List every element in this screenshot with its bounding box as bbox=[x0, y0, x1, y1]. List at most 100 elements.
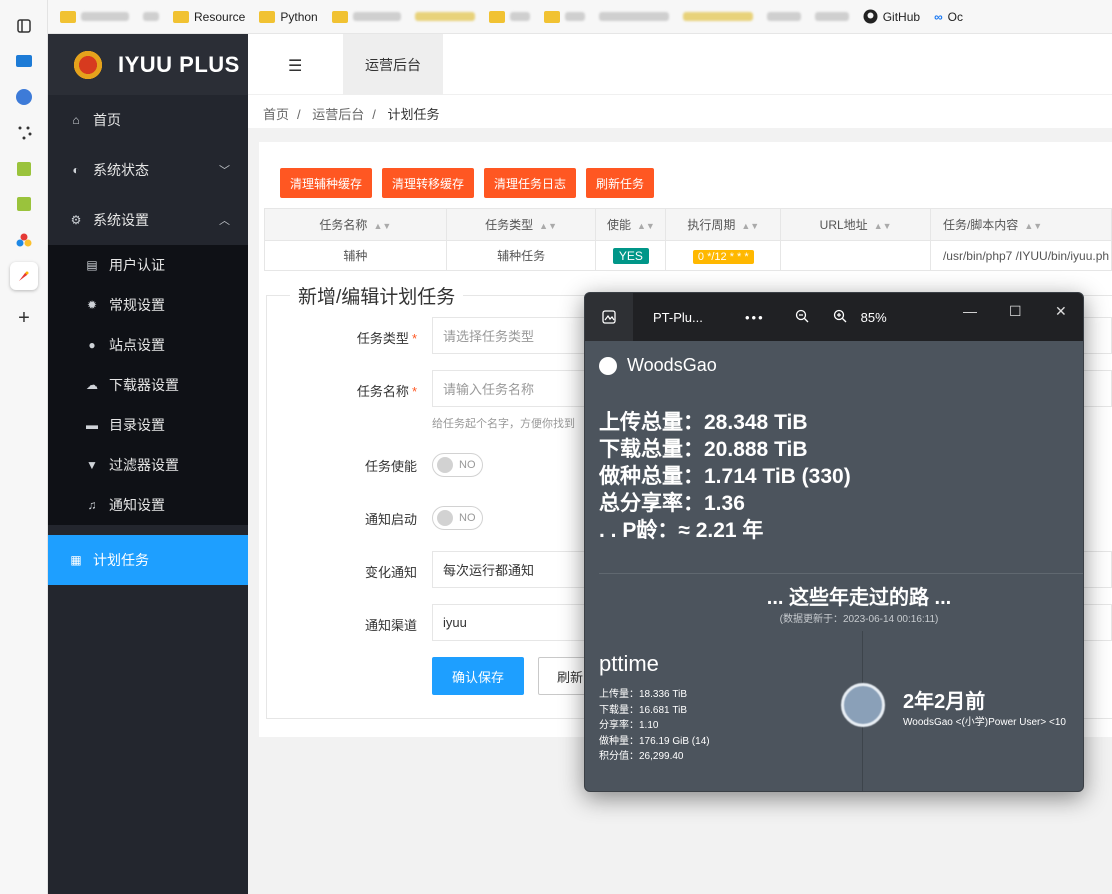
notify-channel-label: 通知渠道 bbox=[364, 618, 417, 633]
form-legend: 新增/编辑计划任务 bbox=[290, 282, 464, 309]
bookmark-resource[interactable]: Resource bbox=[173, 10, 245, 24]
molecule-app-icon[interactable] bbox=[10, 226, 38, 254]
sidebar-item-general-settings[interactable]: ✹ 常规设置 bbox=[48, 285, 248, 325]
table-header-row: 任务名称 ▲▼ 任务类型 ▲▼ 使能 ▲▼ 执行周期 ▲▼ URL地址 ▲▼ 任务/脚本内… bbox=[264, 208, 1112, 241]
folder-icon bbox=[173, 10, 189, 23]
home-icon: ⌂ bbox=[72, 113, 80, 127]
sidebar-item-directory-settings[interactable]: ▬ 目录设置 bbox=[48, 405, 248, 445]
dsm-app-icon[interactable] bbox=[10, 47, 38, 75]
sidebar-item-user-auth[interactable]: ▤ 用户认证 bbox=[48, 245, 248, 285]
bookmark-github[interactable]: GitHub bbox=[863, 9, 920, 24]
save-button[interactable]: 确认保存 bbox=[432, 657, 524, 695]
bookmark-blurred[interactable] bbox=[766, 12, 801, 21]
top-header: ☰ 运营后台 bbox=[248, 34, 1112, 95]
menu-toggle-icon[interactable]: ☰ bbox=[288, 56, 302, 76]
cron-badge: 0 */12 * * * bbox=[692, 249, 754, 264]
breadcrumb-home[interactable]: 首页 bbox=[263, 107, 289, 122]
change-notify-label: 变化通知 bbox=[364, 565, 417, 580]
cell-url bbox=[780, 240, 931, 271]
bookmark-blurred[interactable] bbox=[543, 10, 585, 23]
site-rank: WoodsGao <(小学)Power User> <10 bbox=[903, 717, 1066, 728]
clear-task-log-button[interactable]: 清理任务日志 bbox=[484, 168, 577, 198]
column-header-type[interactable]: 任务类型 ▲▼ bbox=[445, 208, 597, 241]
breadcrumb-operations[interactable]: 运营后台 bbox=[312, 107, 364, 122]
task-toolbar: 清理辅种缓存 清理转移缓存 清理任务日志 刷新任务 bbox=[280, 168, 655, 198]
sort-icon[interactable]: ▲▼ bbox=[539, 221, 557, 231]
2x-free-icon-2[interactable] bbox=[10, 190, 38, 218]
sidebar-item-system-status[interactable]: ◐ 系统状态 ﹀ bbox=[48, 145, 248, 195]
task-enable-toggle[interactable]: NO bbox=[432, 453, 483, 477]
iyuu-logo-icon bbox=[70, 46, 106, 83]
clear-transfer-cache-button[interactable]: 清理转移缓存 bbox=[382, 168, 475, 198]
sidebar-item-downloader-settings[interactable]: ☁ 下载器设置 bbox=[48, 365, 248, 405]
id-card-icon: ▤ bbox=[86, 258, 98, 272]
sidebar-item-filter-settings[interactable]: ▼ 过滤器设置 bbox=[48, 445, 248, 485]
close-icon[interactable]: ✕ bbox=[1055, 303, 1067, 320]
sidebar-item-notify-settings[interactable]: ♫ 通知设置 bbox=[48, 485, 248, 525]
refresh-tasks-button[interactable]: 刷新任务 bbox=[586, 168, 655, 198]
site-seeding: 做种量：176.19 GiB (14) bbox=[599, 735, 710, 747]
sidebar-item-home[interactable]: ⌂ 首页 bbox=[48, 95, 248, 145]
qbittorrent-icon[interactable] bbox=[10, 83, 38, 111]
tabs-icon[interactable] bbox=[10, 12, 38, 40]
maximize-icon[interactable]: ☐ bbox=[1009, 303, 1022, 320]
notify-enable-label: 通知启动 bbox=[364, 512, 417, 527]
column-header-url[interactable]: URL地址 ▲▼ bbox=[780, 208, 931, 241]
viewer-user: WoodsGao bbox=[599, 355, 717, 376]
column-header-content[interactable]: 任务/脚本内容 ▲▼ bbox=[929, 208, 1112, 241]
zoom-out-icon[interactable] bbox=[795, 309, 809, 326]
bookmark-blurred[interactable] bbox=[488, 10, 530, 23]
site-download: 下载量：16.681 TiB bbox=[599, 704, 687, 716]
dashboard-icon: ◐ bbox=[72, 163, 80, 177]
sort-icon[interactable]: ▲▼ bbox=[741, 221, 759, 231]
tab-operations[interactable]: 运营后台 bbox=[343, 34, 443, 95]
sort-icon[interactable]: ▲▼ bbox=[637, 221, 655, 231]
minimize-icon[interactable]: — bbox=[963, 303, 977, 319]
cell-content: /usr/bin/php7 /IYUU/bin/iyuu.ph bbox=[929, 240, 1112, 271]
bookmark-blurred[interactable] bbox=[414, 12, 475, 21]
loading-dots-icon[interactable] bbox=[10, 118, 38, 146]
cell-cron: 0 */12 * * * bbox=[665, 240, 782, 271]
image-viewer-window: PT-Plu... ••• 85% — ☐ ✕ WoodsGao 上传总量：28… bbox=[584, 292, 1084, 792]
task-type-label: 任务类型 * bbox=[356, 331, 417, 346]
clear-reseed-cache-button[interactable]: 清理辅种缓存 bbox=[280, 168, 373, 198]
add-icon[interactable]: + bbox=[10, 304, 38, 332]
sort-icon[interactable]: ▲▼ bbox=[373, 221, 391, 231]
sort-icon[interactable]: ▲▼ bbox=[1024, 221, 1042, 231]
column-header-name[interactable]: 任务名称 ▲▼ bbox=[264, 208, 447, 241]
table-row[interactable]: 辅种 辅种任务 YES 0 */12 * * * /usr/bin/php7 /… bbox=[264, 240, 1112, 271]
zoom-in-icon[interactable] bbox=[833, 309, 847, 326]
enabled-badge: YES bbox=[612, 247, 649, 264]
bookmark-blurred[interactable] bbox=[331, 10, 401, 23]
sidebar-item-site-settings[interactable]: ● 站点设置 bbox=[48, 325, 248, 365]
sidebar-item-scheduled-tasks[interactable]: ▦ 计划任务 bbox=[48, 535, 248, 585]
cell-name: 辅种 bbox=[264, 240, 447, 271]
2x-free-icon[interactable] bbox=[10, 155, 38, 183]
stat-seeding: 做种总量：1.714 TiB (330) bbox=[599, 465, 851, 488]
meta-icon: ∞ bbox=[934, 9, 943, 24]
bookmark-blurred[interactable] bbox=[60, 10, 129, 23]
bookmark-blurred[interactable] bbox=[682, 12, 753, 21]
column-header-cron[interactable]: 执行周期 ▲▼ bbox=[665, 208, 782, 241]
calendar-icon: ▦ bbox=[70, 553, 82, 567]
logo-area[interactable]: IYUU PLUS bbox=[48, 34, 248, 95]
rocket-app-icon[interactable] bbox=[10, 262, 38, 290]
sort-icon[interactable]: ▲▼ bbox=[874, 221, 892, 231]
site-points: 积分值：26,299.40 bbox=[599, 751, 684, 762]
bookmark-blurred[interactable] bbox=[598, 12, 669, 21]
tasks-table: 任务名称 ▲▼ 任务类型 ▲▼ 使能 ▲▼ 执行周期 ▲▼ URL地址 ▲▼ 任务/脚本内… bbox=[264, 208, 1112, 271]
bookmark-oc[interactable]: ∞ Oc bbox=[934, 10, 963, 24]
bookmark-blurred[interactable] bbox=[814, 12, 849, 21]
bookmark-blurred[interactable] bbox=[143, 12, 159, 21]
gears-icon: ⚙ bbox=[70, 213, 82, 227]
more-icon[interactable]: ••• bbox=[745, 310, 765, 325]
sidebar-item-system-settings[interactable]: ⚙ 系统设置 ︿ bbox=[48, 195, 248, 245]
image-icon[interactable] bbox=[585, 293, 633, 341]
bookmark-python[interactable]: Python bbox=[259, 10, 318, 24]
column-header-enabled[interactable]: 使能 ▲▼ bbox=[595, 208, 667, 241]
browser-dock: + bbox=[0, 0, 48, 894]
globe-icon: ● bbox=[88, 338, 96, 352]
task-name-hint: 给任务起个名字，方便你找到 bbox=[432, 418, 575, 430]
notify-enable-toggle[interactable]: NO bbox=[432, 506, 483, 530]
site-join-age: 2年2月前 bbox=[903, 691, 986, 713]
